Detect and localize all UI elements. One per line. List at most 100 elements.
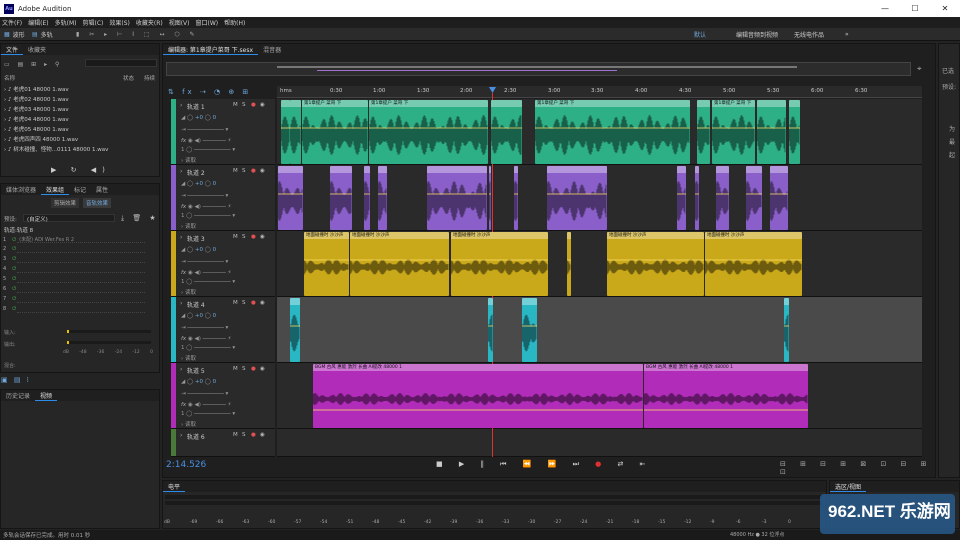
clip-header[interactable] — [378, 166, 387, 173]
clip-header[interactable] — [677, 166, 686, 173]
track-header-6[interactable]: › 轨道 6 M S ● ◉ — [171, 429, 275, 457]
input-row[interactable]: ⇥ ─────────── ▾ — [181, 259, 228, 265]
clip-header[interactable] — [427, 166, 487, 173]
audio-clip[interactable]: 地面碰撞时 沙沙声 — [451, 232, 548, 296]
audio-clip[interactable] — [746, 166, 762, 230]
audio-clip[interactable] — [547, 166, 607, 230]
waveform-view-button[interactable]: ▦ 波形 — [4, 30, 25, 39]
col-status[interactable]: 状态 — [123, 74, 134, 82]
track-name[interactable]: 轨道 5 — [187, 366, 205, 375]
col-duration[interactable]: 持续 — [144, 74, 155, 82]
solo-button[interactable]: S — [242, 234, 246, 240]
fx-row[interactable]: fx ◉ ◀) ─────── ⚡ — [181, 402, 231, 408]
audio-clip[interactable]: BGM 古风 惠能 激烈 长曲 AI提改 48000 1 — [644, 364, 808, 428]
track-header-4[interactable]: › 轨道 4 M S ● ◉ ◢ ◯ +0 ◯ 0 ⇥ ─────────── ▾… — [171, 297, 275, 363]
audio-clip[interactable] — [697, 100, 710, 164]
clip-header[interactable] — [488, 298, 493, 305]
power-icon[interactable]: ⏻ — [12, 296, 16, 302]
track-expand-icon[interactable]: › — [180, 102, 182, 109]
file-item[interactable]: › ♪ 老虎四声四 48000 1.wav — [4, 135, 78, 144]
selection-view-title[interactable]: 选区/视图 — [830, 482, 867, 492]
file-item[interactable]: › ♪ 老虎04 48000 1.wav — [4, 115, 69, 124]
clip-header[interactable] — [784, 298, 789, 305]
clip-header[interactable] — [697, 100, 710, 107]
menu-view[interactable]: 视图(V) — [169, 18, 190, 27]
input-row[interactable]: ⇥ ─────────── ▾ — [181, 325, 228, 331]
menu-effects[interactable]: 效果(S) — [109, 18, 130, 27]
preset-save-icon[interactable]: ⤓ 🗑 ★ — [121, 214, 159, 223]
monitor-button[interactable]: ◉ — [260, 366, 265, 372]
clip-header[interactable] — [278, 166, 303, 173]
audio-clip[interactable] — [789, 100, 800, 164]
automation-read[interactable]: › 读取 — [181, 156, 196, 164]
clip-header[interactable]: 地面碰撞时 沙沙声 — [304, 232, 349, 239]
effect-slot[interactable]: 2 ⏻ — [3, 246, 153, 255]
audio-clip[interactable] — [522, 298, 537, 362]
track-header-5[interactable]: › 轨道 5 M S ● ◉ ◢ ◯ +0 ◯ 0 ⇥ ─────────── ▾… — [171, 363, 275, 429]
overview-bar[interactable] — [166, 62, 911, 76]
lane-4[interactable] — [277, 297, 922, 363]
tab-video[interactable]: 视频 — [35, 391, 58, 401]
monitor-button[interactable]: ◉ — [260, 300, 265, 306]
track-expand-icon[interactable]: › — [180, 168, 182, 175]
power-icon[interactable]: ⏻ — [12, 306, 16, 312]
track-header-3[interactable]: › 轨道 3 M S ● ◉ ◢ ◯ +0 ◯ 0 ⇥ ─────────── ▾… — [171, 231, 275, 297]
preview-controls[interactable]: ▶ ↻ ◀) — [51, 166, 111, 174]
input-row[interactable]: ⇥ ─────────── ▾ — [181, 193, 228, 199]
workspace-default[interactable]: 默认 — [694, 30, 706, 39]
zoom-controls[interactable]: ⊟ ⊞ ⊟ ⊞ ⊠ ⊡ ⊟ ⊞ ⊠ ⊡ — [780, 460, 960, 476]
tab-properties[interactable]: 属性 — [91, 185, 113, 194]
track-name[interactable]: 轨道 3 — [187, 234, 205, 243]
clip-header[interactable] — [290, 298, 300, 305]
audio-clip[interactable] — [378, 166, 387, 230]
menu-clip[interactable]: 剪辑(C) — [82, 18, 103, 27]
workspace-radio[interactable]: 无线电作品 — [794, 30, 824, 39]
transport-controls[interactable]: ■ ▶ ‖ ⏮ ⏪ ⏩ ⏭ ● ⇄ ⇤ — [436, 460, 652, 469]
solo-button[interactable]: S — [242, 102, 246, 108]
power-icon[interactable]: ⏻ — [12, 276, 16, 282]
mute-button[interactable]: M — [233, 300, 238, 306]
lane-6[interactable] — [277, 429, 922, 457]
clip-header[interactable] — [770, 166, 788, 173]
audio-clip[interactable]: 第1章提户 菜哥 下 — [369, 100, 488, 164]
clip-header[interactable] — [290, 100, 301, 107]
tab-markers[interactable]: 标记 — [69, 185, 91, 194]
clip-header[interactable] — [364, 166, 370, 173]
mute-button[interactable]: M — [233, 234, 238, 240]
level-title[interactable]: 电平 — [163, 482, 186, 492]
clip-header[interactable]: 地面碰撞时 沙沙声 — [705, 232, 802, 239]
tab-editor[interactable]: 编辑器: 第1章提户菜哥 下.sesx — [163, 45, 259, 55]
effect-slot[interactable]: 7 ⏻ — [3, 296, 153, 305]
output-row[interactable]: 1 ◯ ─────────── ▾ — [181, 411, 235, 417]
audio-clip[interactable] — [488, 298, 493, 362]
input-row[interactable]: ⇥ ─────────── ▾ — [181, 127, 228, 133]
track-name[interactable]: 轨道 1 — [187, 102, 205, 111]
clip-header[interactable] — [789, 100, 800, 107]
clip-header[interactable] — [491, 100, 522, 107]
automation-read[interactable]: › 读取 — [181, 354, 196, 362]
automation-read[interactable]: › 读取 — [181, 288, 196, 296]
clip-header[interactable]: 第1章提户 菜哥 下 — [535, 100, 690, 107]
clip-header[interactable] — [757, 100, 786, 107]
workspace-more[interactable]: » — [845, 30, 849, 39]
monitor-button[interactable]: ◉ — [260, 168, 265, 174]
output-row[interactable]: 1 ◯ ─────────── ▾ — [181, 279, 235, 285]
effect-slot[interactable]: 4 ⏻ — [3, 266, 153, 275]
record-arm-button[interactable]: ● — [251, 234, 256, 240]
clip-header[interactable]: 第1章提户 菜哥 下 — [302, 100, 368, 107]
record-arm-button[interactable]: ● — [251, 300, 256, 306]
fx-row[interactable]: fx ◉ ◀) ─────── ⚡ — [181, 270, 231, 276]
menu-file[interactable]: 文件(F) — [2, 18, 22, 27]
power-icon[interactable]: ⏻ — [12, 246, 16, 252]
minimize-button[interactable]: — — [870, 0, 900, 17]
solo-button[interactable]: S — [242, 432, 246, 438]
effect-slot[interactable]: 6 ⏻ — [3, 286, 153, 295]
audio-clip[interactable] — [677, 166, 686, 230]
volume-icon[interactable]: ◢ ◯ +0 ◯ 0 — [181, 379, 216, 385]
multitrack-view-button[interactable]: ▤ 多轨 — [32, 30, 53, 39]
audio-clip[interactable]: 第1章提户 菜哥 下 — [535, 100, 690, 164]
tab-history[interactable]: 历史记录 — [1, 391, 35, 400]
output-row[interactable]: 1 ◯ ─────────── ▾ — [181, 147, 235, 153]
automation-read[interactable]: › 读取 — [181, 420, 196, 428]
clip-header[interactable]: BGM 古风 惠能 激烈 长曲 AI提改 48000 1 — [313, 364, 643, 371]
